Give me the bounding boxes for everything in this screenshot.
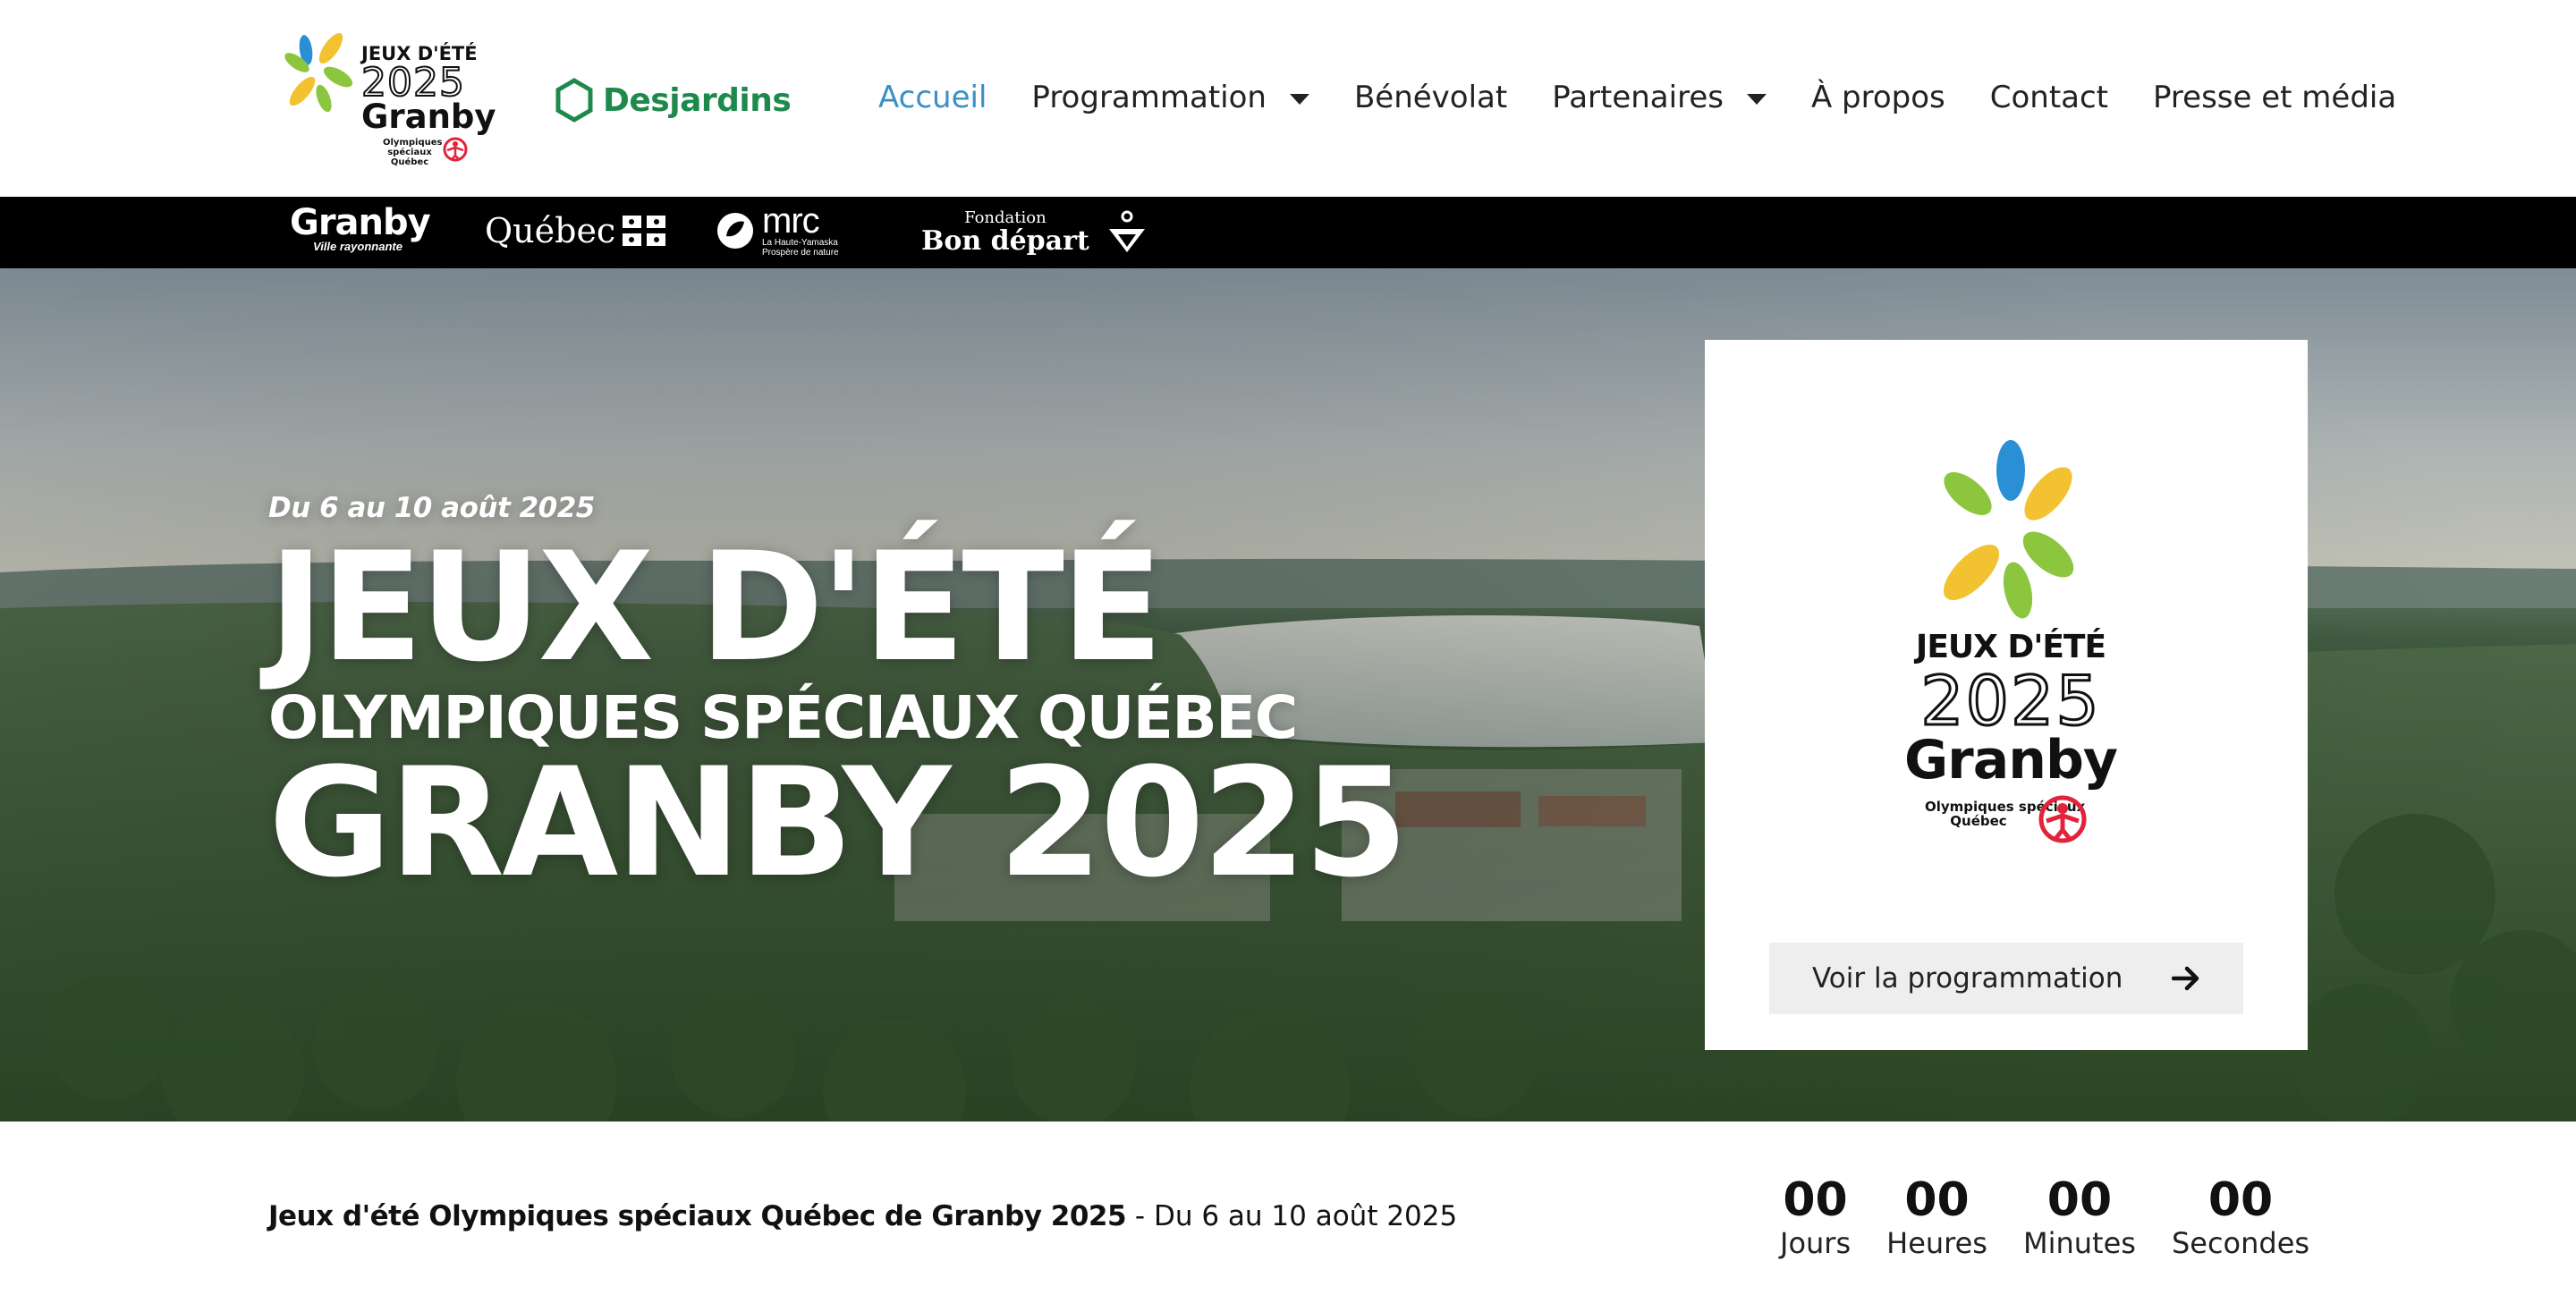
special-olympics-icon [2038, 795, 2087, 843]
countdown-days: 00 Jours [1780, 1175, 1851, 1261]
countdown-label: Minutes [2022, 1226, 2136, 1260]
partner-mrc-tagline: Prospère de nature [762, 248, 839, 258]
special-olympics-icon [443, 137, 468, 162]
countdown-label: Secondes [2171, 1226, 2310, 1260]
nav-label: Programmation [1031, 80, 1267, 115]
partner-quebec-name: Québec [485, 211, 616, 250]
desjardins-logo[interactable]: Desjardins [555, 75, 792, 125]
view-programming-label: Voir la programmation [1812, 962, 2123, 995]
nav-contact[interactable]: Contact [1990, 80, 2108, 115]
nav-benevolat[interactable]: Bénévolat [1354, 80, 1507, 115]
event-name: Jeux d'été Olympiques spéciaux Québec de… [268, 1200, 1127, 1232]
countdown-minutes: 00 Minutes [2023, 1175, 2136, 1261]
petal-flower-icon [1943, 440, 2074, 619]
nav-label: Contact [1989, 80, 2109, 115]
partner-fondation-line2: Bon départ [921, 225, 1089, 257]
fondation-emblem-icon [1108, 210, 1145, 252]
nav-label: Partenaires [1552, 80, 1724, 115]
card-logo-year: 2025 [1919, 661, 2101, 741]
nav-presse-media[interactable]: Presse et média [2153, 80, 2396, 115]
countdown-label: Jours [1780, 1226, 1852, 1260]
event-summary: Jeux d'été Olympiques spéciaux Québec de… [268, 1200, 1457, 1232]
card-logo-title: JEUX D'ÉTÉ [1915, 629, 2106, 665]
nav-label: À propos [1810, 80, 1945, 115]
nav-label: Presse et média [2153, 80, 2397, 115]
main-nav: Accueil Programmation Bénévolat Partenai… [878, 72, 2396, 123]
hero-title-line3: GRANBY 2025 [268, 735, 1408, 910]
card-logo-city: Granby [1903, 729, 2118, 791]
countdown-value: 00 [1904, 1173, 1970, 1227]
card-logo-org-line2: Québec [1950, 813, 2007, 829]
partner-quebec-logo[interactable]: Québec [485, 211, 666, 250]
partner-granby-logo[interactable]: Granby Ville rayonnante [290, 202, 431, 253]
caret-down-icon [1289, 94, 1309, 105]
countdown-label: Heures [1886, 1226, 1987, 1260]
partner-fondation-line1: Fondation [964, 208, 1046, 227]
nav-label: Accueil [878, 80, 987, 115]
arrow-right-icon [2172, 966, 2199, 991]
site-header: JEUX D'ÉTÉ 2025 Granby Olympiques spécia… [0, 0, 2576, 197]
partner-bar: Granby Ville rayonnante Québec mrc La Ha… [0, 197, 2576, 268]
event-logo: JEUX D'ÉTÉ 2025 Granby Olympiques spécia… [1903, 438, 2118, 850]
desjardins-name: Desjardins [603, 81, 792, 119]
partner-fondation-logo[interactable]: Fondation Bon départ [921, 207, 1152, 258]
fleur-de-lis-flag-icon [623, 216, 666, 246]
hexagon-icon [555, 78, 593, 123]
nav-partenaires[interactable]: Partenaires [1552, 80, 1767, 115]
countdown-value: 00 [2207, 1173, 2274, 1227]
nav-programmation[interactable]: Programmation [1031, 80, 1309, 115]
event-dates: - Du 6 au 10 août 2025 [1126, 1200, 1458, 1232]
countdown-value: 00 [1783, 1173, 1848, 1227]
hero-heading-group: Du 6 au 10 août 2025 JEUX D'ÉTÉ OLYMPIQU… [268, 492, 1408, 910]
hero-banner: Du 6 au 10 août 2025 JEUX D'ÉTÉ OLYMPIQU… [0, 268, 2576, 1122]
countdown-seconds: 00 Secondes [2172, 1175, 2309, 1261]
countdown-timer: 00 Jours 00 Heures 00 Minutes 00 Seconde… [1780, 1175, 2309, 1261]
countdown-hours: 00 Heures [1886, 1175, 1987, 1261]
petal-flower-icon [284, 32, 353, 113]
nav-accueil[interactable]: Accueil [878, 80, 987, 115]
mrc-leaf-icon [717, 213, 753, 249]
event-info-strip: Jeux d'été Olympiques spéciaux Québec de… [0, 1122, 2576, 1312]
caret-down-icon [1746, 94, 1767, 105]
card-logo-org: Olympiques spéciaux Québec [1925, 800, 2085, 829]
logo-subtitle: Olympiques spéciaux Québec [383, 138, 443, 167]
site-logo[interactable]: JEUX D'ÉTÉ 2025 Granby Olympiques spécia… [284, 25, 496, 168]
partner-mrc-logo[interactable]: mrc La Haute-Yamaska Prospère de nature [716, 201, 839, 258]
view-programming-button[interactable]: Voir la programmation [1769, 943, 2243, 1014]
partner-mrc-region: La Haute-Yamaska [762, 238, 838, 248]
nav-a-propos[interactable]: À propos [1811, 80, 1945, 115]
partner-granby-name: Granby [290, 202, 431, 243]
nav-label: Bénévolat [1353, 80, 1508, 115]
hero-logo-card: JEUX D'ÉTÉ 2025 Granby Olympiques spécia… [1705, 340, 2308, 1050]
hero-title-line1: JEUX D'ÉTÉ [268, 520, 1164, 695]
logo-city: Granby [361, 97, 496, 136]
countdown-value: 00 [2046, 1173, 2113, 1227]
partner-mrc-name: mrc [762, 201, 820, 241]
